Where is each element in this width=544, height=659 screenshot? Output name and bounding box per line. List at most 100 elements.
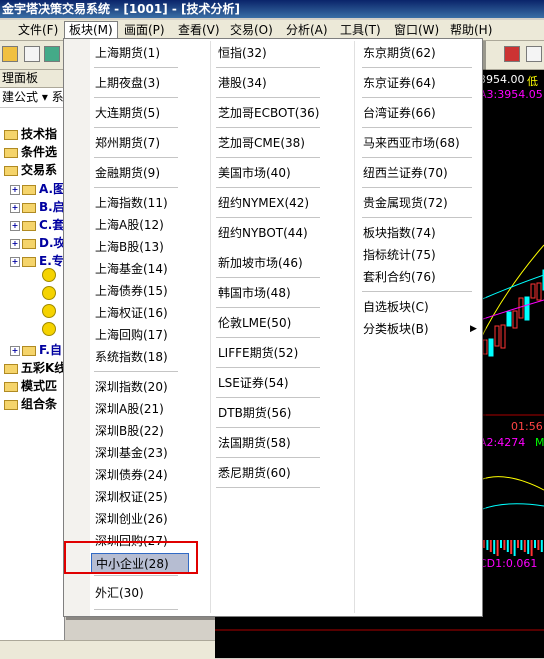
menu-item[interactable]: 系统指数(18) [91, 347, 189, 367]
time-label: 01:56 [511, 420, 543, 433]
menu-item[interactable]: 深圳指数(20) [91, 377, 189, 397]
menu-item[interactable]: 大连期货(5) [91, 103, 189, 123]
menu-item[interactable]: 悉尼期货(60) [214, 463, 322, 483]
menu-item[interactable]: 上海债券(15) [91, 281, 189, 301]
menu-item[interactable]: 法国期货(58) [214, 433, 322, 453]
menu-item[interactable]: 台湾证券(66) [359, 103, 475, 123]
menu-item[interactable]: 套利合约(76) [359, 267, 475, 287]
menu-item[interactable]: 上海A股(12) [91, 215, 189, 235]
menu-item[interactable]: 指标统计(75) [359, 245, 475, 265]
tree-item[interactable]: + F.自 [10, 341, 62, 359]
window-icon[interactable] [526, 46, 542, 62]
formula-smile-icon[interactable] [42, 268, 56, 282]
submenu-arrow-icon: ▶ [470, 324, 477, 334]
layout-icon[interactable] [504, 46, 520, 62]
highlight-box [64, 541, 198, 574]
tree-item-label: C.套 [39, 218, 65, 232]
menu-item[interactable]: 上海基金(14) [91, 259, 189, 279]
tree-item[interactable]: + C.套 [10, 216, 64, 234]
formula-combo[interactable]: 建公式 ▾ 系 [0, 88, 64, 108]
tree-item[interactable]: + A.图 [10, 180, 65, 198]
menu-item[interactable]: LIFFE期货(52) [214, 343, 322, 363]
tree-item[interactable]: 条件选 [4, 143, 57, 161]
tree-item[interactable]: 技术指 [4, 125, 57, 143]
tree-item[interactable]: 模式匹 [4, 377, 57, 395]
cd1-label: CD1:0.061 [479, 557, 538, 570]
menu-trade[interactable]: 交易(O) [226, 22, 277, 38]
formula-smile-icon[interactable] [42, 286, 56, 300]
menu-item[interactable]: 东京证券(64) [359, 73, 475, 93]
menu-item[interactable]: 上期夜盘(3) [91, 73, 189, 93]
menu-item[interactable]: 郑州期货(7) [91, 133, 189, 153]
tree-item[interactable]: + D.攻 [10, 234, 66, 252]
menu-item[interactable]: 马来西亚市场(68) [359, 133, 475, 153]
expand-icon[interactable]: + [10, 184, 20, 195]
folder-icon [4, 363, 18, 374]
menu-look[interactable]: 查看(V) [174, 22, 224, 38]
menu-item[interactable]: 上海权证(16) [91, 303, 189, 323]
menu-item[interactable]: 上海B股(13) [91, 237, 189, 257]
menu-item[interactable]: 分类板块(B) [359, 319, 475, 339]
menu-item[interactable]: 纽西兰证券(70) [359, 163, 475, 183]
menu-view[interactable]: 画面(P) [120, 22, 169, 38]
menu-item[interactable]: 深圳权证(25) [91, 487, 189, 507]
menu-item[interactable]: 外汇(30) [91, 583, 189, 603]
menu-item[interactable]: 新加坡市场(46) [214, 253, 322, 273]
ma3-label: A3:3954.05 [479, 88, 543, 101]
formula-smile-icon[interactable] [42, 322, 56, 336]
menu-item[interactable]: DTB期货(56) [214, 403, 322, 423]
tree-item[interactable]: 交易系 [4, 161, 57, 179]
menu-item[interactable]: 恒指(32) [214, 43, 322, 63]
menu-separator [216, 427, 320, 428]
indicator-line [479, 476, 544, 491]
menu-item[interactable]: 板块指数(74) [359, 223, 475, 243]
menu-separator [216, 157, 320, 158]
menu-separator [216, 337, 320, 338]
menu-separator [362, 217, 472, 218]
open-icon[interactable] [2, 46, 18, 62]
menu-item[interactable]: 芝加哥CME(38) [214, 133, 322, 153]
menu-item[interactable]: LSE证券(54) [214, 373, 322, 393]
folder-icon [4, 147, 18, 158]
tree-item[interactable]: + E.专 [10, 252, 64, 270]
menu-item[interactable]: 东京期货(62) [359, 43, 475, 63]
expand-icon[interactable]: + [10, 345, 20, 356]
expand-icon[interactable]: + [10, 220, 20, 231]
menu-help[interactable]: 帮助(H) [446, 22, 496, 38]
menu-separator [94, 127, 178, 128]
tree-item[interactable]: + B.启 [10, 198, 65, 216]
menu-item[interactable]: 上海期货(1) [91, 43, 189, 63]
expand-icon[interactable]: + [10, 238, 20, 249]
menu-item[interactable]: 自选板块(C) [359, 297, 475, 317]
menu-item[interactable]: 美国市场(40) [214, 163, 322, 183]
menu-item[interactable]: 纽约NYMEX(42) [214, 193, 322, 213]
menu-item[interactable]: 伦敦LME(50) [214, 313, 322, 333]
menu-item[interactable]: 深圳基金(23) [91, 443, 189, 463]
menu-item[interactable]: 港股(34) [214, 73, 322, 93]
menu-item[interactable]: 深圳A股(21) [91, 399, 189, 419]
grid-icon[interactable] [24, 46, 40, 62]
chart-icon[interactable] [44, 46, 60, 62]
menu-file[interactable]: 文件(F) [14, 22, 62, 38]
menu-item[interactable]: 芝加哥ECBOT(36) [214, 103, 322, 123]
tree-item[interactable]: 组合条 [4, 395, 57, 413]
menu-item[interactable]: 上海指数(11) [91, 193, 189, 213]
menu-item[interactable]: 纽约NYBOT(44) [214, 223, 322, 243]
menu-window[interactable]: 窗口(W) [390, 22, 443, 38]
menu-item[interactable]: 深圳债券(24) [91, 465, 189, 485]
menu-analysis[interactable]: 分析(A) [282, 22, 332, 38]
candle-mark [488, 338, 494, 357]
menu-item[interactable]: 深圳创业(26) [91, 509, 189, 529]
menu-item[interactable]: 深圳B股(22) [91, 421, 189, 441]
ma-line [479, 244, 544, 341]
expand-icon[interactable]: + [10, 202, 20, 213]
menu-item[interactable]: 上海回购(17) [91, 325, 189, 345]
menu-tools[interactable]: 工具(T) [336, 22, 385, 38]
menu-item[interactable]: 贵金属现货(72) [359, 193, 475, 213]
expand-icon[interactable]: + [10, 256, 20, 267]
tree-item[interactable]: 五彩K线 [4, 359, 66, 377]
menu-item[interactable]: 韩国市场(48) [214, 283, 322, 303]
menu-item[interactable]: 金融期货(9) [91, 163, 189, 183]
menu-separator [94, 97, 178, 98]
formula-smile-icon[interactable] [42, 304, 56, 318]
